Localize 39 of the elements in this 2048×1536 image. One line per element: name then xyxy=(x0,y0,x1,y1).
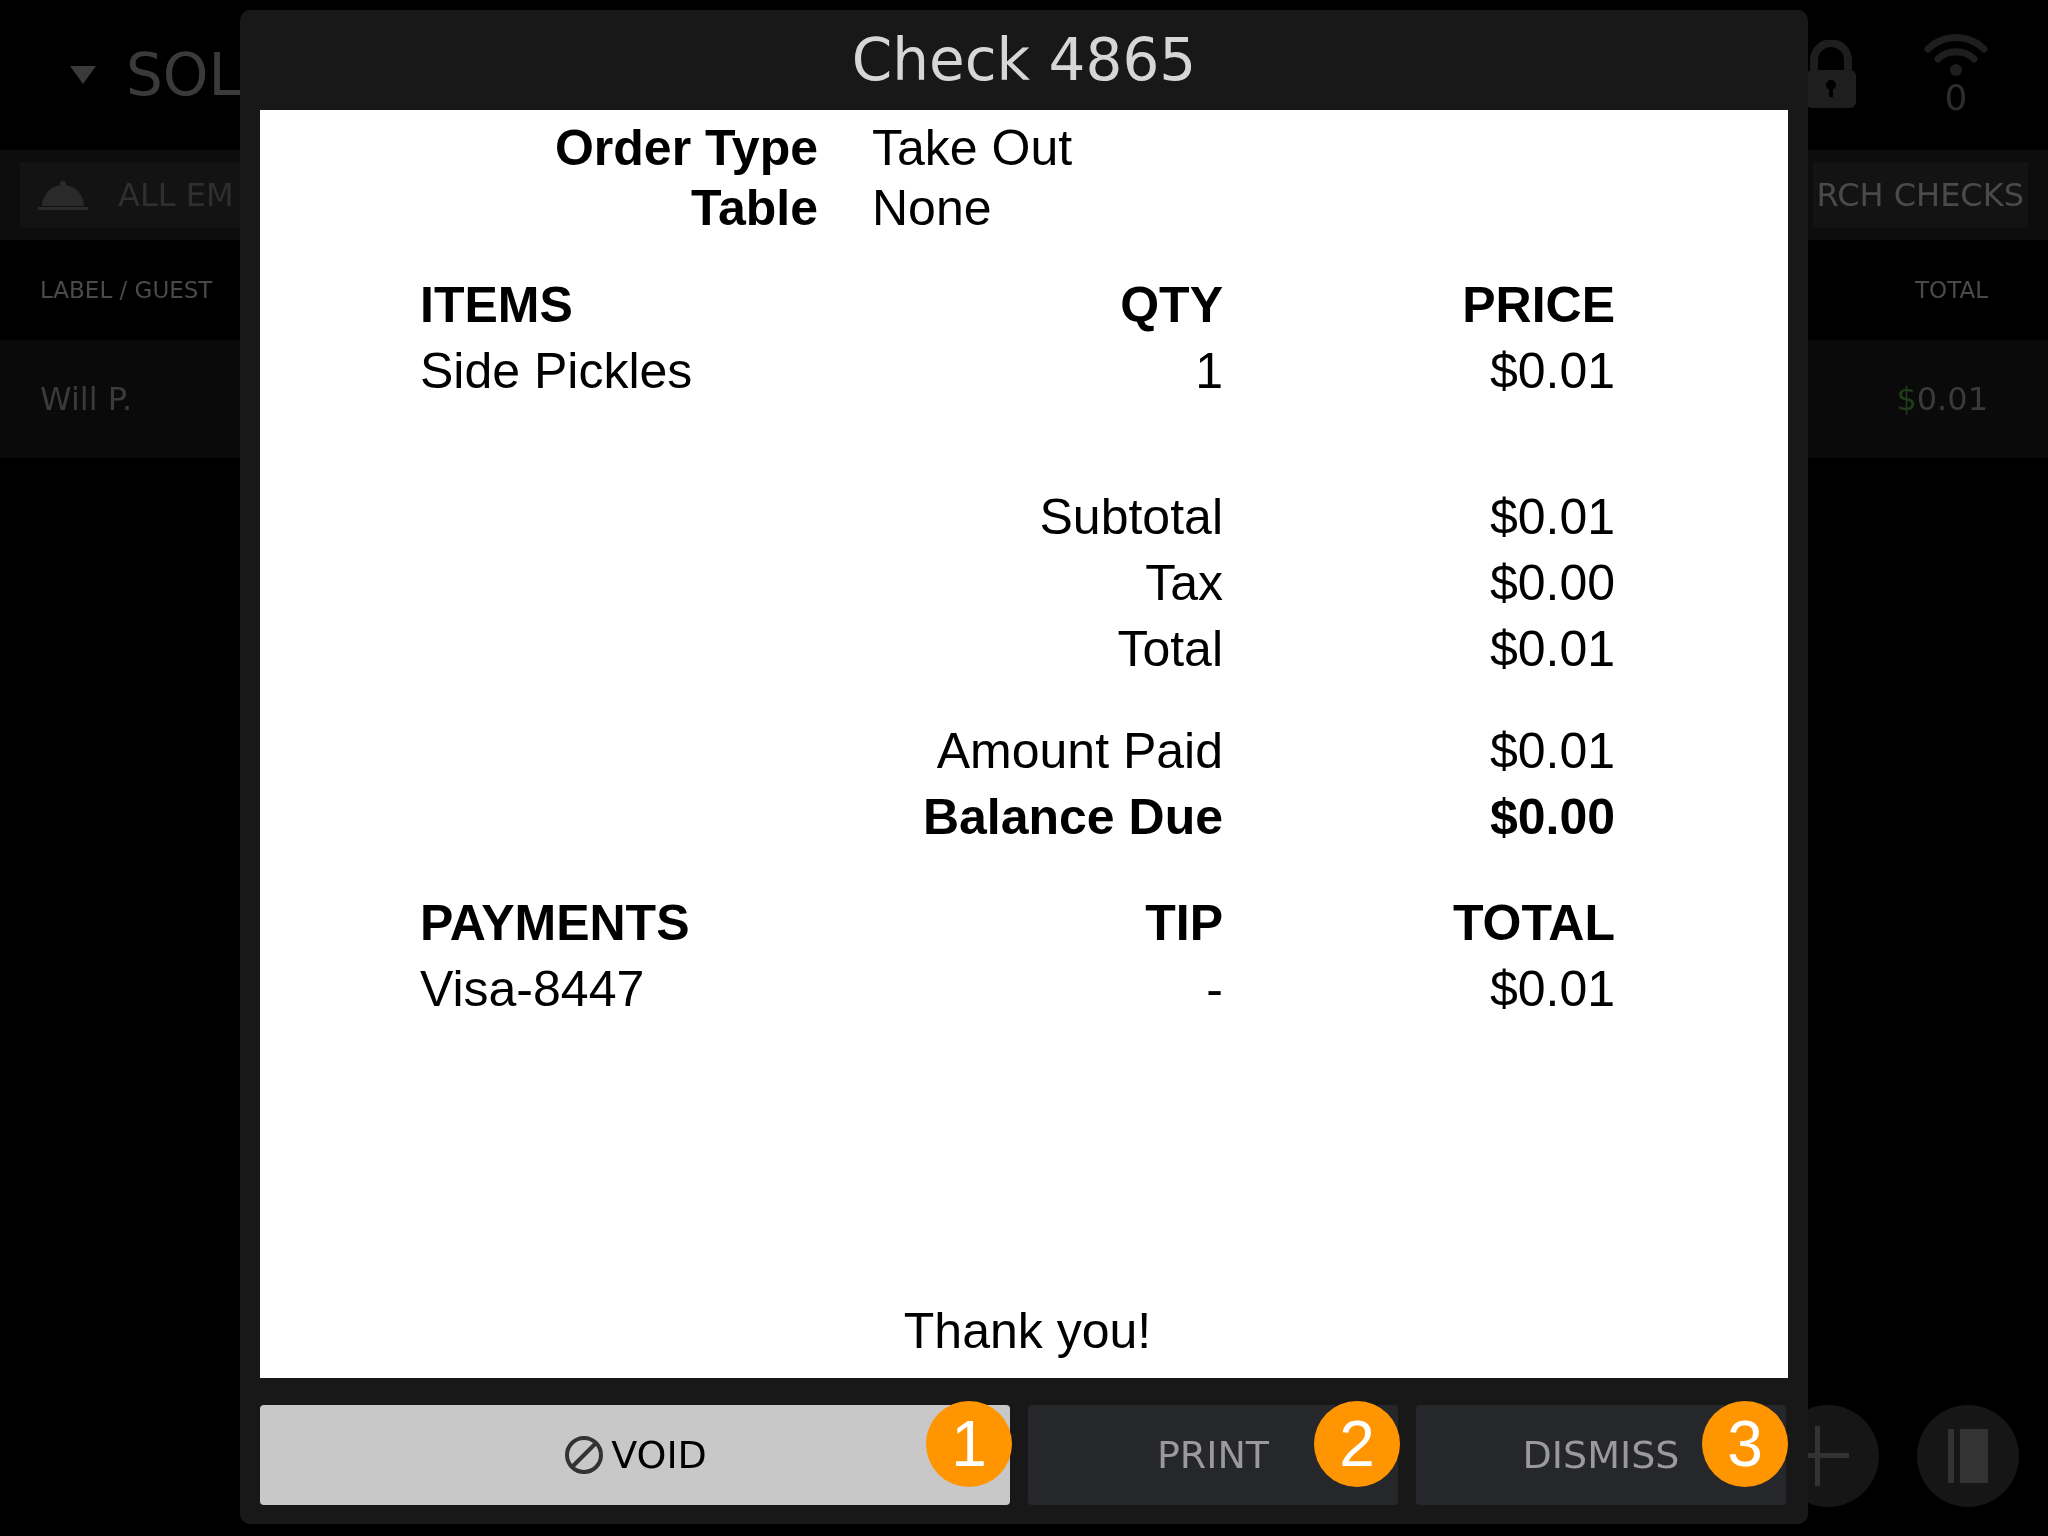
dialog-title: Check 4865 xyxy=(850,25,1198,96)
thank-you-note: Thank you! xyxy=(902,1302,1153,1360)
card-icon xyxy=(1948,1429,1988,1483)
summary-amount: $0.00 xyxy=(1488,554,1615,613)
summary-amount: $0.00 xyxy=(1488,788,1615,847)
payment-tip: - xyxy=(1205,960,1223,1019)
items-heading: ITEMS xyxy=(420,276,574,335)
qty-heading: QTY xyxy=(1119,276,1223,335)
prohibited-icon xyxy=(563,1434,606,1476)
item-name: Side Pickles xyxy=(420,342,694,401)
summary-label: Subtotal xyxy=(1038,488,1223,547)
summary-amount: $0.01 xyxy=(1488,488,1615,547)
total-heading: TOTAL xyxy=(1452,894,1615,953)
payment-method: Visa-8447 xyxy=(420,960,646,1019)
column-header: LABEL / GUEST xyxy=(40,277,213,303)
step-number-badge: 1 xyxy=(926,1401,1012,1487)
item-price: $0.01 xyxy=(1488,342,1615,401)
receipt-field-label: Table xyxy=(690,179,818,238)
wifi-icon xyxy=(1924,32,1988,77)
receipt-field-value: Take Out xyxy=(872,119,1074,178)
receipt-field-value: None xyxy=(872,179,993,238)
summary-amount: $0.01 xyxy=(1488,722,1615,781)
payments-heading: PAYMENTS xyxy=(420,894,691,953)
step-number-badge: 3 xyxy=(1702,1401,1788,1487)
item-qty: 1 xyxy=(1194,342,1223,401)
price-heading: PRICE xyxy=(1461,276,1615,335)
summary-label: Total xyxy=(1116,620,1223,679)
step-number-badge: 2 xyxy=(1314,1401,1400,1487)
plus-icon xyxy=(1807,1426,1849,1486)
caret-icon[interactable] xyxy=(70,66,96,84)
summary-label: Tax xyxy=(1144,554,1223,613)
tip-heading: TIP xyxy=(1144,894,1223,953)
receipt-field-label: Order Type xyxy=(553,119,818,178)
summary-label: Amount Paid xyxy=(935,722,1223,781)
column-header: TOTAL xyxy=(1915,277,1988,303)
summary-amount: $0.01 xyxy=(1488,620,1615,679)
brand-title: SOL xyxy=(126,41,241,109)
payment-total: $0.01 xyxy=(1488,960,1615,1019)
summary-label: Balance Due xyxy=(921,788,1223,847)
